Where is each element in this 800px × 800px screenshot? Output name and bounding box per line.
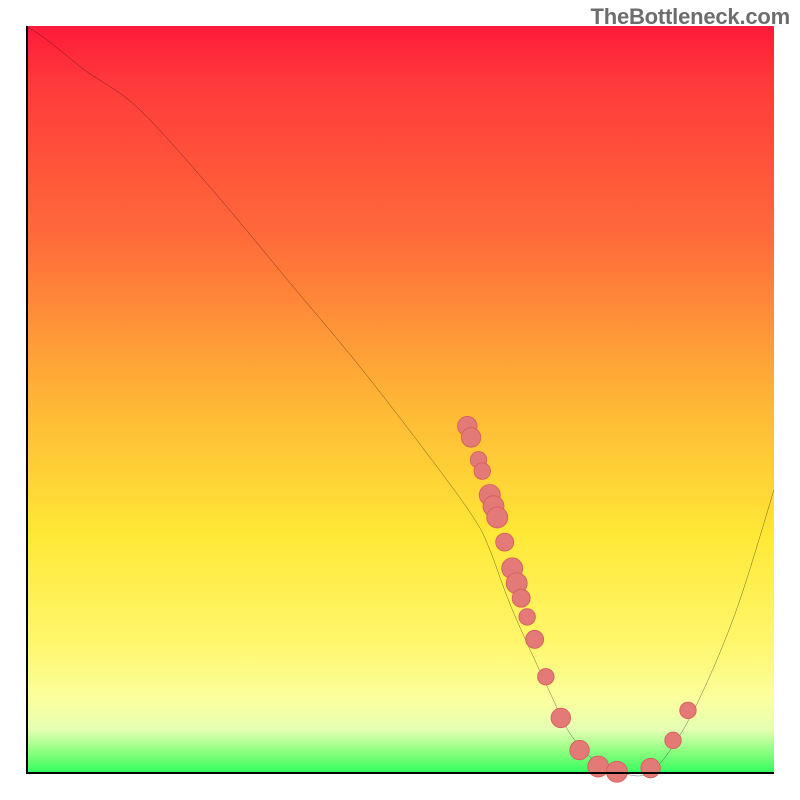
data-point (461, 428, 480, 447)
data-point (519, 609, 535, 625)
chart-frame: TheBottleneck.com (0, 0, 800, 800)
data-point (680, 702, 696, 718)
y-axis-line (26, 26, 28, 774)
data-point (665, 732, 681, 748)
data-points (458, 416, 697, 782)
data-point (512, 589, 530, 607)
data-point (538, 669, 554, 685)
data-point (570, 740, 589, 759)
bottleneck-curve (26, 26, 774, 776)
chart-svg (26, 26, 774, 774)
data-point (551, 708, 570, 727)
curve-group (26, 26, 774, 776)
data-point (487, 507, 508, 528)
x-axis-line (26, 772, 774, 774)
data-point (641, 758, 660, 777)
data-point (526, 630, 544, 648)
data-point (474, 463, 490, 479)
plot-area (26, 26, 774, 774)
data-point (496, 533, 514, 551)
